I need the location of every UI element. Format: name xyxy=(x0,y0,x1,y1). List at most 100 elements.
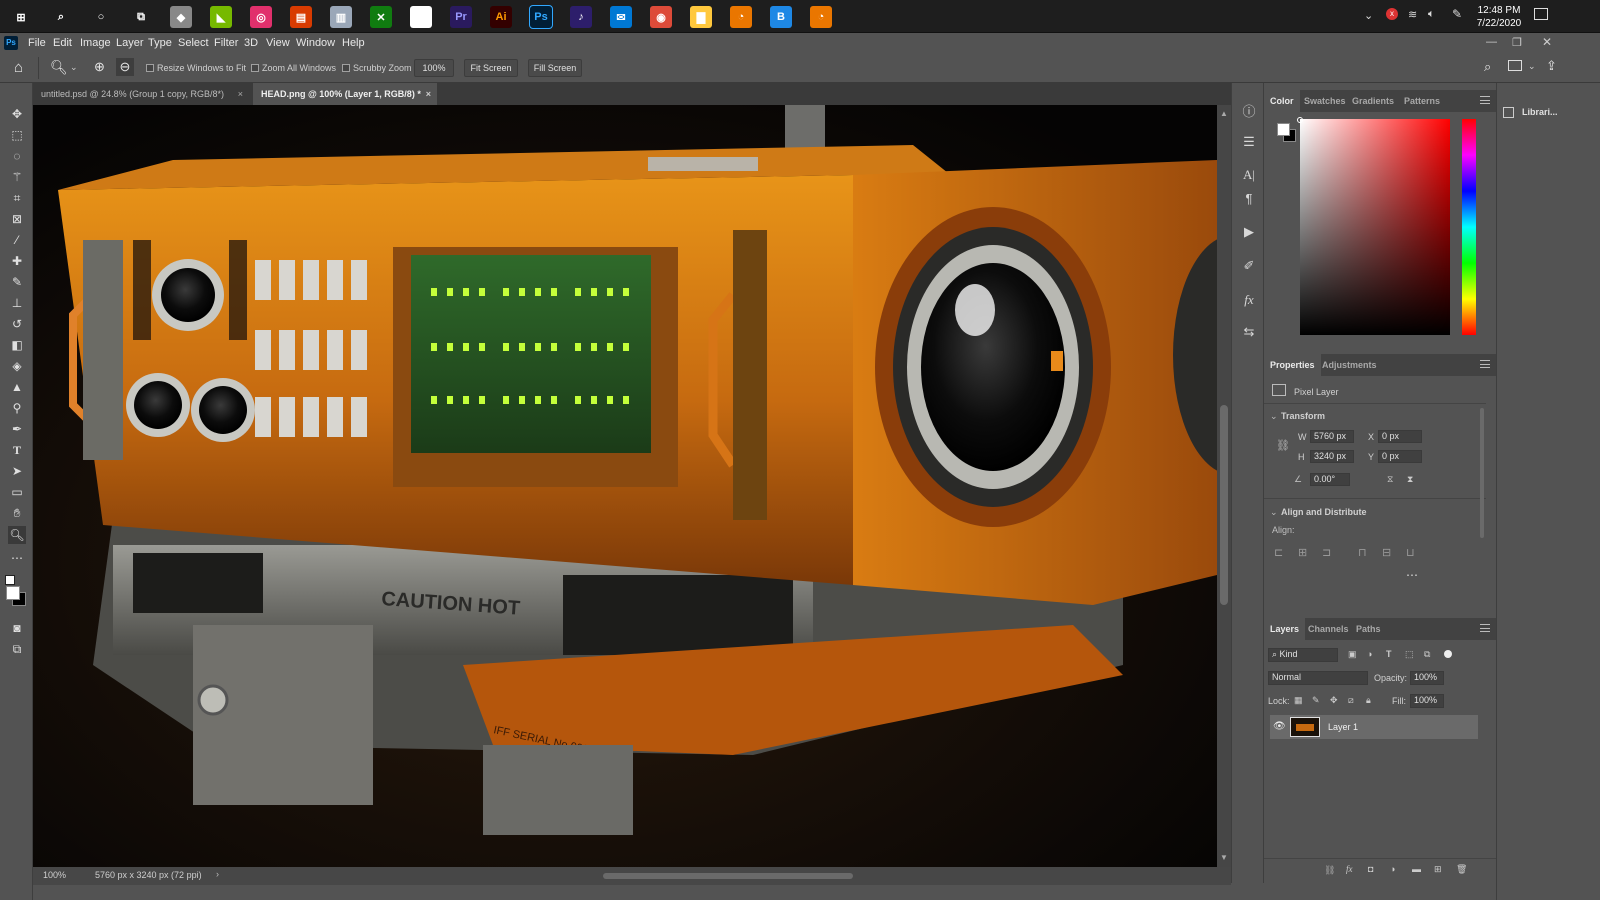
scroll-down-icon[interactable]: ▼ xyxy=(1220,853,1228,862)
menu-edit[interactable]: Edit xyxy=(53,37,72,49)
filter-smart-object-icon[interactable]: ⧉ xyxy=(1424,649,1430,660)
blender-2-icon[interactable]: ◔ xyxy=(810,6,832,28)
pen-icon[interactable]: ✎ xyxy=(1452,7,1462,21)
add-mask-icon[interactable]: ◘ xyxy=(1368,864,1373,874)
dodge-tool-icon[interactable]: ⚲ xyxy=(8,399,26,417)
filter-pixel-icon[interactable]: ▣ xyxy=(1348,649,1357,660)
restore-window-icon[interactable]: ❐ xyxy=(1512,36,1522,49)
menu-help[interactable]: Help xyxy=(342,37,365,49)
new-layer-icon[interactable]: ⊞ xyxy=(1434,864,1442,875)
layer-row[interactable]: 👁︎ Layer 1 xyxy=(1270,715,1478,739)
chevron-up-icon[interactable]: ⌄ xyxy=(1364,9,1373,22)
tab-channels[interactable]: Channels xyxy=(1302,618,1355,640)
search-icon[interactable]: ⌕ xyxy=(50,6,72,28)
tab-untitled-psd[interactable]: untitled.psd @ 24.8% (Group 1 copy, RGB/… xyxy=(33,83,249,105)
fill-screen-button[interactable]: Fill Screen xyxy=(528,59,582,77)
menu-select[interactable]: Select xyxy=(178,37,209,49)
screen-mode-icon[interactable]: ⧉ xyxy=(8,640,26,658)
amazon-music-icon[interactable]: ♪ xyxy=(570,6,592,28)
color-picker-ring-icon[interactable] xyxy=(1297,117,1303,123)
tab-head-png[interactable]: HEAD.png @ 100% (Layer 1, RGB/8) * × xyxy=(253,83,437,105)
file-explorer-icon[interactable]: ▇ xyxy=(690,6,712,28)
layer-style-fx-icon[interactable]: fx xyxy=(1346,864,1353,874)
default-colors-icon[interactable] xyxy=(5,575,15,585)
filter-shape-icon[interactable]: ⬚ xyxy=(1405,649,1414,660)
quick-mask-icon[interactable]: ◙ xyxy=(8,619,26,637)
color-field[interactable] xyxy=(1300,119,1450,335)
menu-filter[interactable]: Filter xyxy=(214,37,238,49)
workspace-icon[interactable] xyxy=(1508,60,1522,71)
notepad-icon[interactable]: ▥ xyxy=(330,6,352,28)
chevron-down-icon[interactable]: ⌄ xyxy=(70,62,78,73)
lock-artboard-icon[interactable]: ⧄ xyxy=(1348,695,1354,706)
layer-filter-kind[interactable]: ⌕ Kind xyxy=(1268,648,1338,662)
scrubby-zoom-checkbox[interactable]: Scrubby Zoom xyxy=(342,63,412,73)
photoshop-icon[interactable]: Ps xyxy=(529,5,553,29)
menu-3d[interactable]: 3D xyxy=(244,37,258,49)
eyedropper-tool-icon[interactable]: ⁄ xyxy=(8,231,26,249)
status-zoom[interactable]: 100% xyxy=(43,870,66,880)
tab-properties[interactable]: Properties xyxy=(1264,354,1321,376)
panel-menu-icon[interactable] xyxy=(1480,96,1490,104)
nvidia-icon[interactable]: ◣ xyxy=(210,6,232,28)
marquee-tool-icon[interactable]: ⬚ xyxy=(8,126,26,144)
blur-tool-icon[interactable]: ▲ xyxy=(8,378,26,396)
brush-settings-icon[interactable]: ✐ xyxy=(1240,257,1258,275)
network-error-icon[interactable]: x xyxy=(1386,8,1398,20)
filter-adjustment-icon[interactable]: ◑ xyxy=(1367,649,1372,659)
healing-brush-tool-icon[interactable]: ✚ xyxy=(8,252,26,270)
tab-gradients[interactable]: Gradients xyxy=(1346,90,1400,112)
x-field[interactable]: 0 px xyxy=(1378,430,1422,443)
premiere-icon[interactable]: Pr xyxy=(450,6,472,28)
paragraph-icon[interactable]: ¶ xyxy=(1240,189,1258,207)
minimize-window-icon[interactable]: — xyxy=(1486,36,1497,48)
crop-tool-icon[interactable]: ⌗ xyxy=(8,189,26,207)
height-field[interactable]: 3240 px xyxy=(1310,450,1354,463)
clone-source-icon[interactable]: ⇆ xyxy=(1240,323,1258,341)
zoom-all-checkbox[interactable]: Zoom All Windows xyxy=(251,63,336,73)
align-bottom-icon[interactable]: ⊔ xyxy=(1406,546,1415,559)
character-icon[interactable]: A| xyxy=(1240,166,1258,184)
new-group-icon[interactable]: ▬ xyxy=(1412,864,1421,874)
width-field[interactable]: 5760 px xyxy=(1310,430,1354,443)
lock-transparent-icon[interactable]: ▦ xyxy=(1294,695,1303,706)
fill-field[interactable]: 100% xyxy=(1410,694,1444,708)
app-gray-icon[interactable]: ◆ xyxy=(170,6,192,28)
oculus-icon[interactable]: ▭ xyxy=(410,6,432,28)
magic-wand-tool-icon[interactable]: ⚚ xyxy=(8,168,26,186)
path-selection-tool-icon[interactable]: ➤ xyxy=(8,462,26,480)
chrome-icon[interactable]: ◉ xyxy=(650,6,672,28)
zoom-percent-field[interactable]: 100% xyxy=(414,59,454,77)
hue-slider[interactable] xyxy=(1462,119,1476,335)
actions-play-icon[interactable]: ▶ xyxy=(1240,223,1258,241)
lock-all-icon[interactable]: 🔒︎ xyxy=(1366,695,1371,706)
align-section-title[interactable]: Align and Distribute xyxy=(1281,507,1367,517)
flip-vertical-icon[interactable]: ⧗ xyxy=(1407,474,1413,485)
tab-patterns[interactable]: Patterns xyxy=(1398,90,1446,112)
tab-paths[interactable]: Paths xyxy=(1350,618,1387,640)
instagram-icon[interactable]: ◎ xyxy=(250,6,272,28)
close-window-icon[interactable]: ✕ xyxy=(1542,35,1552,49)
info-icon[interactable]: ⓘ xyxy=(1240,101,1258,119)
align-middle-v-icon[interactable]: ⊟ xyxy=(1382,546,1391,559)
new-adjustment-icon[interactable]: ◑ xyxy=(1390,864,1395,874)
brush-tool-icon[interactable]: ✎ xyxy=(8,273,26,291)
align-center-h-icon[interactable]: ⊞ xyxy=(1298,546,1307,559)
lock-position-icon[interactable]: ✥ xyxy=(1330,695,1338,706)
mail-icon[interactable]: ✉ xyxy=(610,6,632,28)
styles-fx-icon[interactable]: fx xyxy=(1240,291,1258,309)
trash-icon[interactable]: 🗑︎ xyxy=(1456,864,1467,875)
windows-start-icon[interactable]: ⊞ xyxy=(10,6,32,28)
align-left-icon[interactable]: ⊏ xyxy=(1274,546,1283,559)
wifi-icon[interactable]: ≋ xyxy=(1408,8,1417,21)
eraser-tool-icon[interactable]: ◧ xyxy=(8,336,26,354)
move-tool-icon[interactable]: ✥ xyxy=(8,105,26,123)
chevron-down-icon[interactable]: ⌄ xyxy=(1528,61,1536,72)
angle-field[interactable]: 0.00° xyxy=(1310,473,1350,486)
clock[interactable]: 12:48 PM 7/22/2020 xyxy=(1474,4,1524,30)
vertical-scrollbar[interactable]: ▲ ▼ xyxy=(1217,105,1231,867)
history-brush-tool-icon[interactable]: ↺ xyxy=(8,315,26,333)
opacity-field[interactable]: 100% xyxy=(1410,671,1444,685)
menu-window[interactable]: Window xyxy=(296,37,335,49)
horizontal-scrollbar-thumb[interactable] xyxy=(603,873,853,879)
